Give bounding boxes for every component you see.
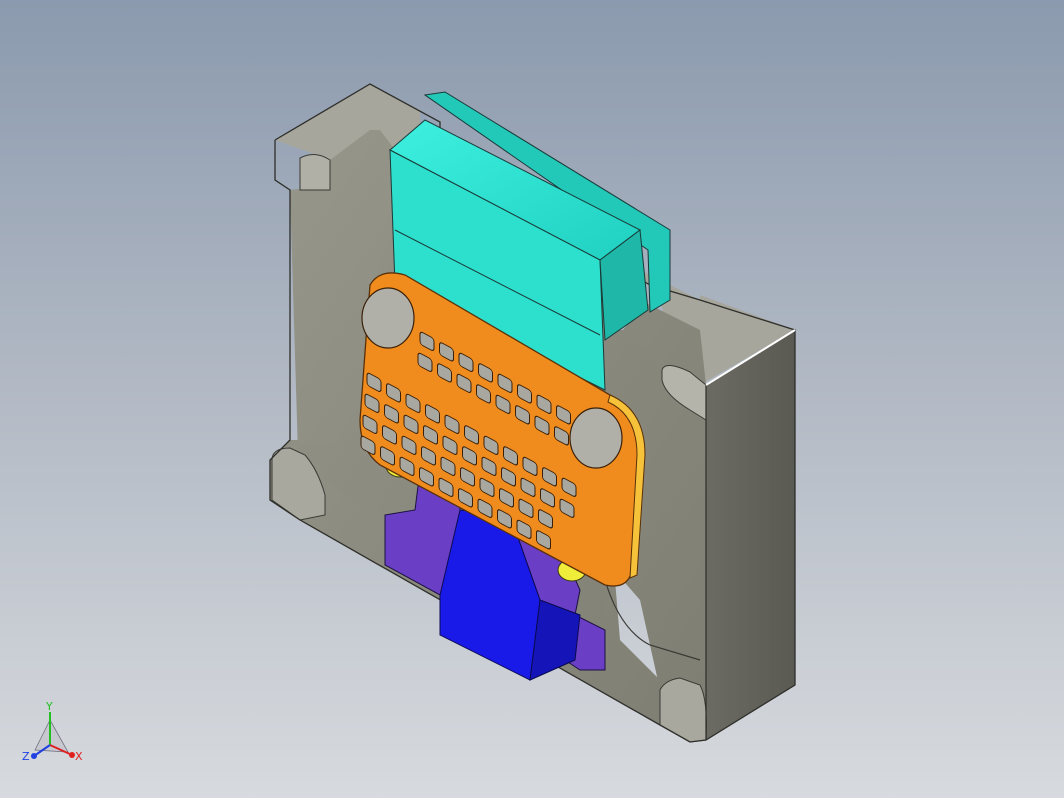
triad-z-label: Z	[22, 750, 30, 763]
triad-y-label: Y	[45, 700, 53, 713]
bottom-right-pocket	[659, 677, 707, 743]
top-left-notch	[299, 154, 331, 191]
triad-z-dot	[31, 753, 37, 759]
keypad-large-key-left	[361, 287, 415, 349]
3d-viewport[interactable]: Y X Z	[0, 0, 1064, 798]
base-side-face	[706, 330, 795, 740]
keypad-large-key-right	[569, 407, 623, 469]
triad-graphic: Y X Z	[22, 700, 83, 763]
triad-x-label: X	[75, 750, 83, 763]
orientation-triad[interactable]: Y X Z	[20, 700, 90, 770]
mold-assembly-model[interactable]	[0, 0, 1064, 798]
triad-cone	[34, 719, 69, 753]
